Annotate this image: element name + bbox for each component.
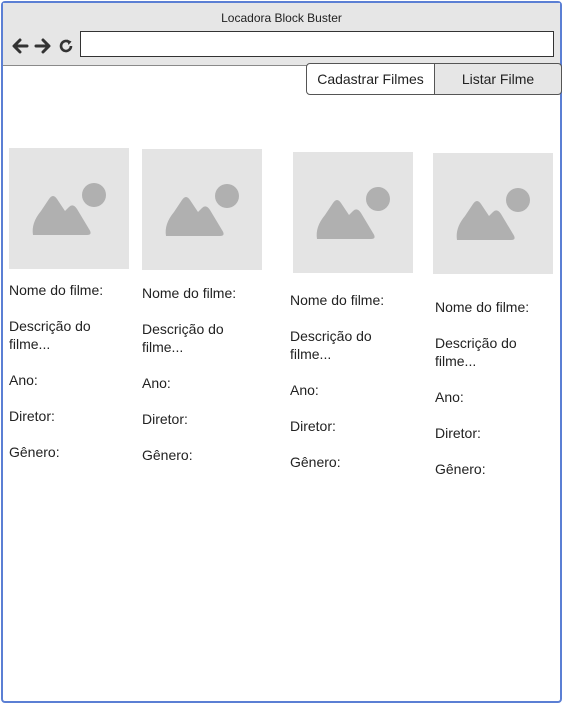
reload-icon xyxy=(59,39,73,53)
forward-button[interactable] xyxy=(33,37,53,55)
movie-genre: Gênero: xyxy=(435,461,486,477)
movie-director: Diretor: xyxy=(142,411,188,427)
movie-year: Ano: xyxy=(142,375,171,391)
movie-director: Diretor: xyxy=(435,425,481,441)
movie-genre: Gênero: xyxy=(9,444,60,460)
image-placeholder-icon xyxy=(456,188,530,240)
movie-thumbnail xyxy=(142,149,262,270)
movie-name: Nome do filme: xyxy=(435,299,530,315)
movie-year: Ano: xyxy=(9,372,38,388)
movie-card[interactable]: Nome do filme: Descrição do filme... Ano… xyxy=(433,153,555,478)
movie-year: Ano: xyxy=(435,389,464,405)
arrow-right-icon xyxy=(34,38,51,54)
tab-cadastrar-filmes[interactable]: Cadastrar Filmes xyxy=(306,63,435,95)
tab-label: Cadastrar Filmes xyxy=(317,71,424,87)
tab-listar-filme[interactable]: Listar Filme xyxy=(434,63,562,95)
movie-genre: Gênero: xyxy=(142,447,193,463)
movie-card[interactable]: Nome do filme: Descrição do filme... Ano… xyxy=(142,149,264,464)
image-placeholder-icon xyxy=(165,184,239,236)
address-bar[interactable] xyxy=(80,31,554,57)
movie-director: Diretor: xyxy=(290,418,336,434)
movie-thumbnail xyxy=(433,153,553,274)
title-bar: Locadora Block Buster xyxy=(3,3,560,66)
movie-description: Descrição do filme... xyxy=(9,318,91,352)
movie-card[interactable]: Nome do filme: Descrição do filme... Ano… xyxy=(290,152,415,471)
movie-name: Nome do filme: xyxy=(9,282,104,298)
window-title: Locadora Block Buster xyxy=(221,11,342,25)
movie-description: Descrição do filme... xyxy=(142,321,224,355)
image-placeholder-icon xyxy=(316,187,390,239)
back-button[interactable] xyxy=(10,37,30,55)
movie-description: Descrição do filme... xyxy=(435,335,517,369)
movie-genre: Gênero: xyxy=(290,454,341,470)
movie-name: Nome do filme: xyxy=(290,292,385,308)
browser-window: Locadora Block Buster Cadastrar Filmes L… xyxy=(1,1,562,703)
reload-button[interactable] xyxy=(57,37,75,55)
movie-description: Descrição do filme... xyxy=(290,328,372,362)
movie-name: Nome do filme: xyxy=(142,285,237,301)
image-placeholder-icon xyxy=(32,183,106,235)
arrow-left-icon xyxy=(12,38,29,54)
movie-thumbnail xyxy=(9,148,129,269)
movie-card[interactable]: Nome do filme: Descrição do filme... Ano… xyxy=(9,148,131,461)
tab-label: Listar Filme xyxy=(461,71,535,87)
movie-director: Diretor: xyxy=(9,408,55,424)
movie-year: Ano: xyxy=(290,382,319,398)
movie-thumbnail xyxy=(293,152,413,273)
